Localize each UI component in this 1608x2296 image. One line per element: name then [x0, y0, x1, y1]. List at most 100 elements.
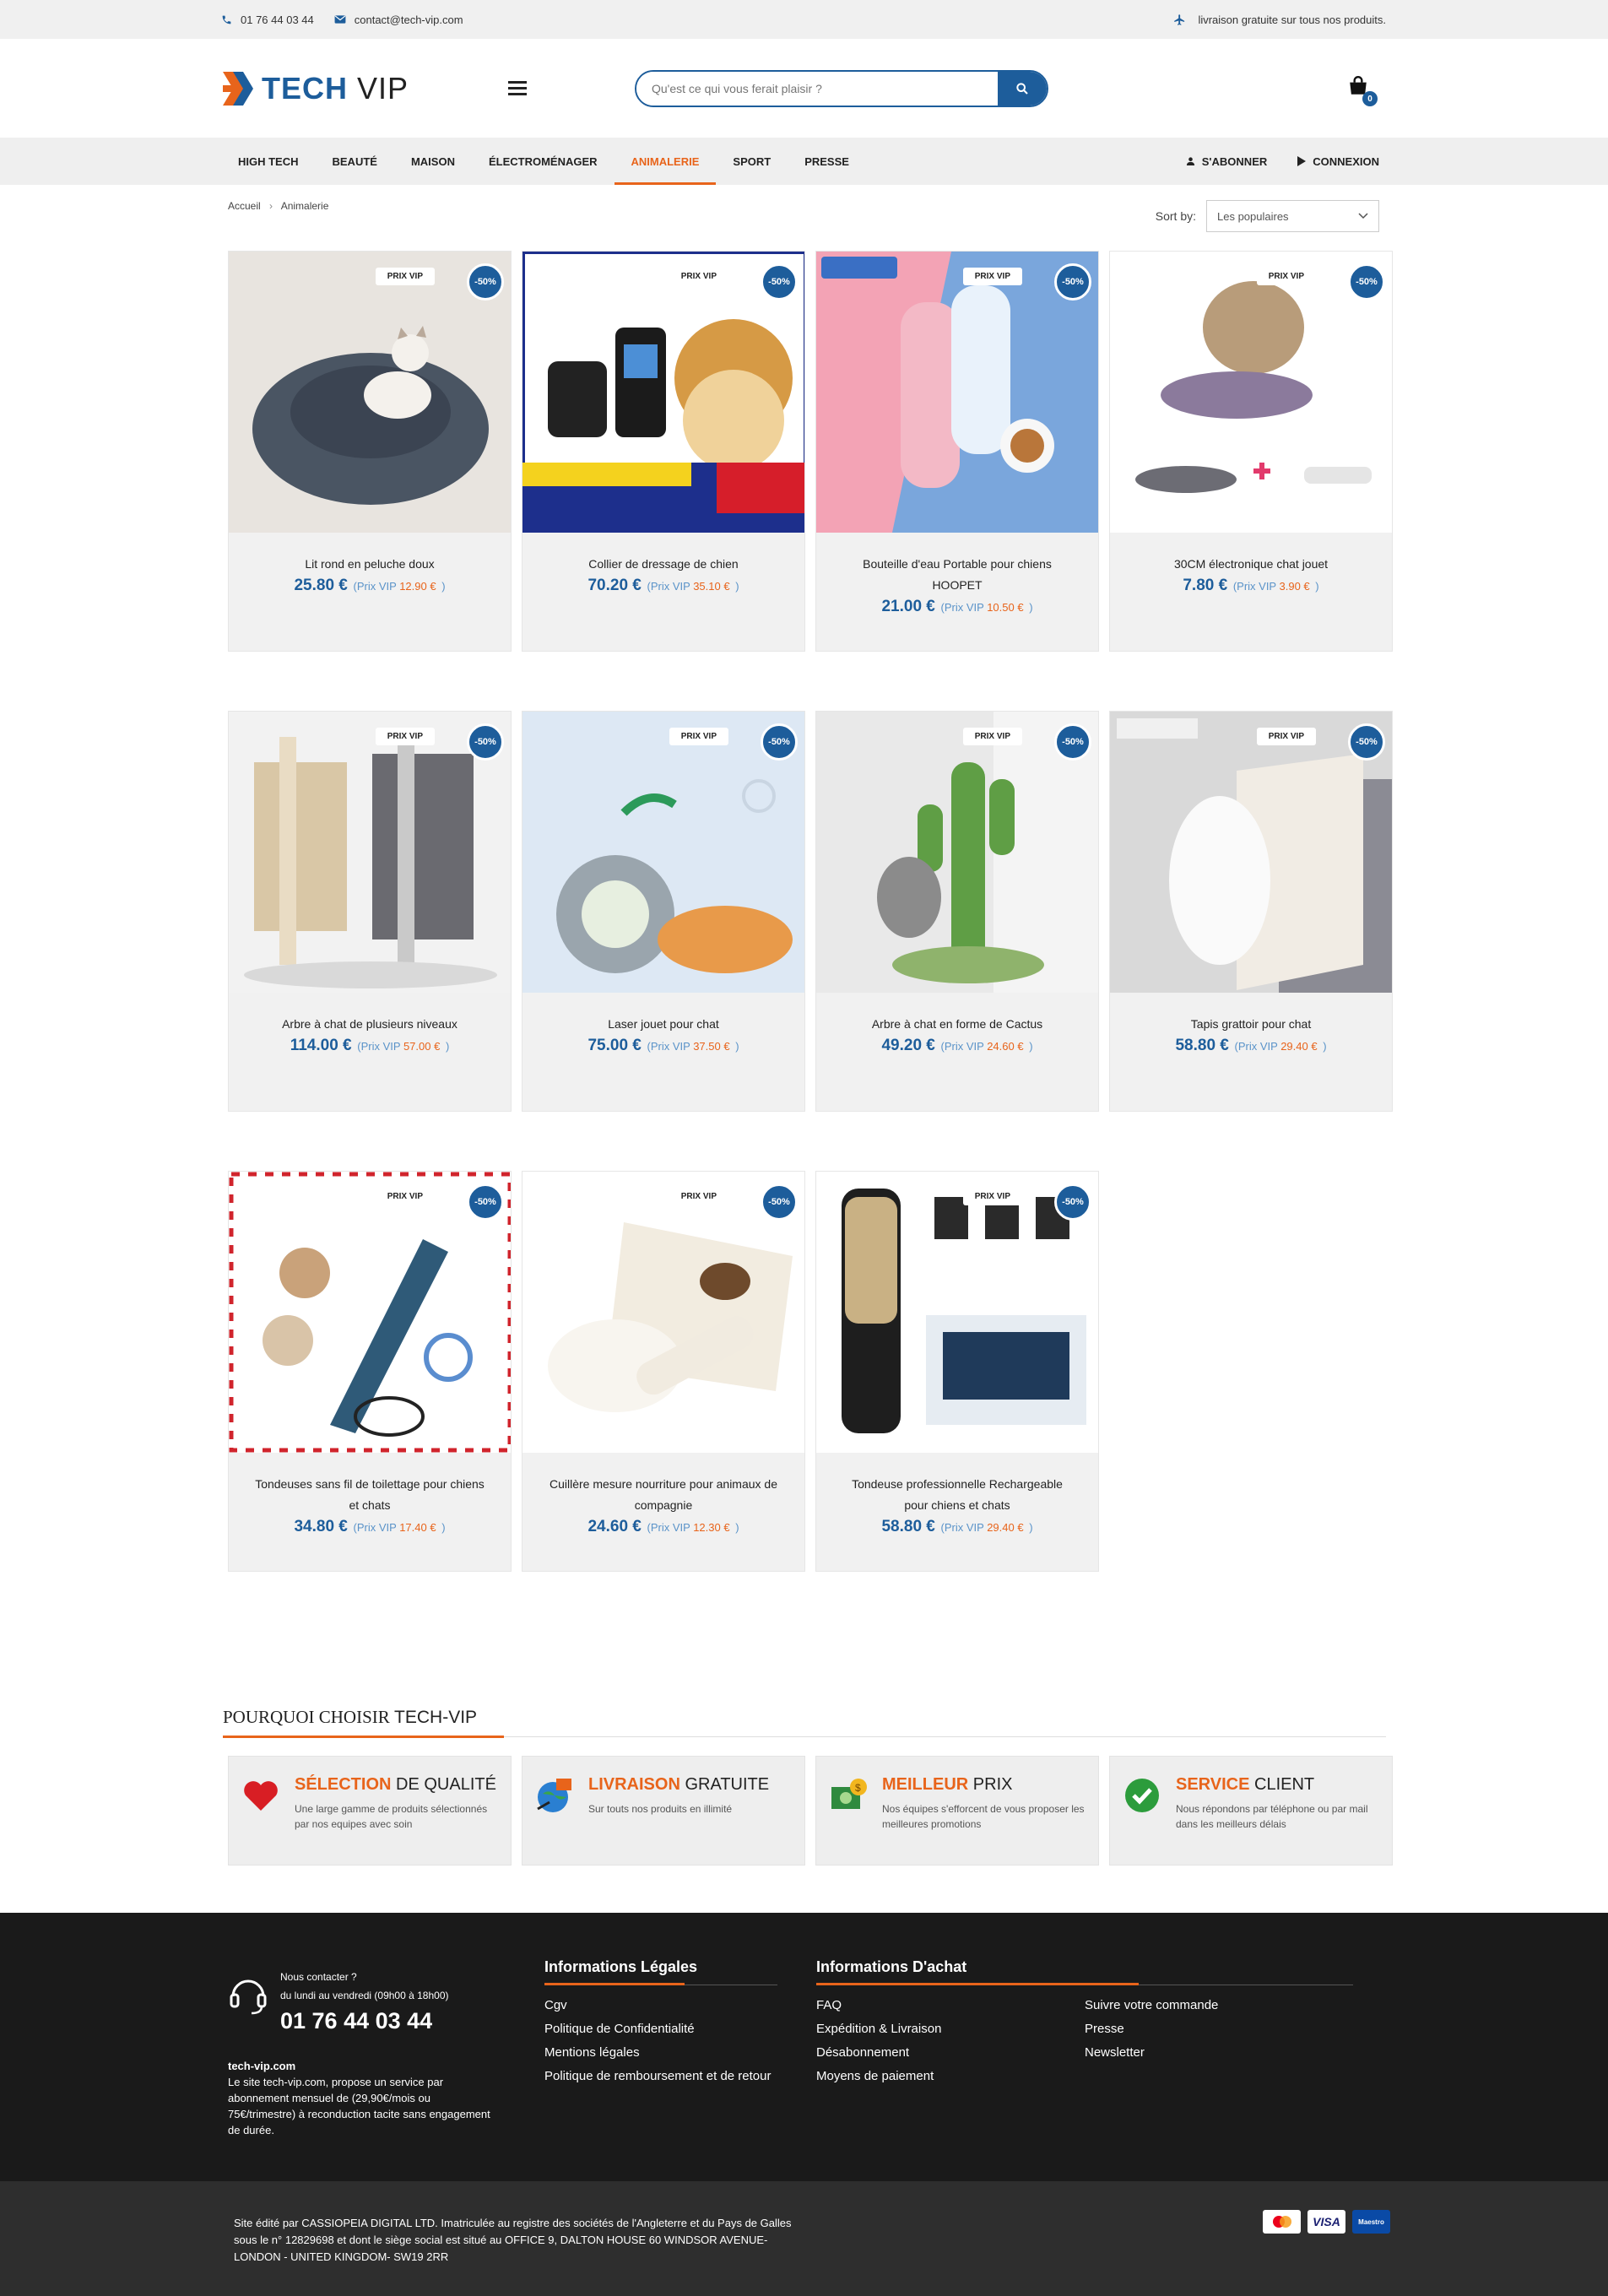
vip-price-close: )	[441, 580, 446, 593]
footer-about-text: Le site tech-vip.com, propose un service…	[228, 2076, 490, 2136]
footer-purchase-link[interactable]: Expédition & Livraison	[816, 2017, 1085, 2041]
breadcrumb-home-link[interactable]: Accueil	[228, 200, 261, 212]
vip-price-badge: PRIX VIP	[375, 268, 435, 285]
product-name[interactable]: Arbre à chat en forme de Cactus	[842, 1014, 1073, 1035]
why-card-title: SÉLECTION DE QUALITÉ	[295, 1775, 496, 1794]
product-card[interactable]: PRIX VIP -50% Arbre à chat en forme de C…	[815, 711, 1099, 1112]
search-bar	[635, 69, 1048, 107]
footer-legal-link[interactable]: Cgv	[544, 1994, 777, 2017]
nav-item-4[interactable]: ANIMALERIE	[614, 138, 717, 185]
nav-item-1[interactable]: BEAUTÉ	[316, 138, 394, 185]
product-price: 21.00 €	[881, 598, 935, 615]
topbar-email-text: contact@tech-vip.com	[354, 13, 463, 26]
play-icon	[1297, 156, 1307, 166]
footer-purchase-link[interactable]: Suivre votre commande	[1085, 1994, 1218, 2017]
footer-legal-title: Informations Légales	[544, 1958, 777, 1985]
product-image[interactable]: PRIX VIP -50%	[816, 252, 1098, 533]
product-name[interactable]: Arbre à chat de plusieurs niveaux	[254, 1014, 485, 1035]
footer-legal-link[interactable]: Politique de remboursement et de retour	[544, 2065, 777, 2088]
nav-login-label: CONNEXION	[1313, 154, 1379, 168]
breadcrumb: Accueil › Animalerie	[228, 200, 328, 212]
product-image[interactable]: PRIX VIP -50%	[229, 1172, 511, 1453]
vip-price-close: )	[441, 1521, 446, 1534]
menu-toggle-button[interactable]	[508, 78, 527, 99]
product-card[interactable]: PRIX VIP -50% Tapis grattoir pour chat 5…	[1109, 711, 1393, 1112]
breadcrumb-current: Animalerie	[280, 200, 329, 212]
footer-phone[interactable]: 01 76 44 03 44	[280, 2008, 449, 2034]
product-image[interactable]: PRIX VIP -50%	[229, 712, 511, 993]
product-card[interactable]: PRIX VIP -50% Tondeuse professionnelle R…	[815, 1171, 1099, 1572]
product-image[interactable]: PRIX VIP -50%	[816, 712, 1098, 993]
product-price: 24.60 €	[587, 1518, 642, 1535]
footer-legal-link[interactable]: Politique de Confidentialité	[544, 2017, 777, 2041]
product-price-line: 49.20 € (Prix VIP 24.60 € )	[816, 1037, 1098, 1055]
product-card[interactable]: PRIX VIP -50% Lit rond en peluche doux 2…	[228, 251, 512, 652]
footer-purchase-link[interactable]: FAQ	[816, 1994, 1085, 2017]
cart-button[interactable]: 0	[1347, 75, 1378, 106]
topbar-email[interactable]: contact@tech-vip.com	[334, 14, 463, 26]
vip-price-badge: PRIX VIP	[962, 1188, 1022, 1205]
vip-price-label: (Prix VIP	[647, 580, 690, 593]
nav-item-0[interactable]: HIGH TECH	[221, 138, 316, 185]
product-illustration	[229, 252, 511, 533]
search-button[interactable]	[998, 71, 1047, 106]
footer-purchase-link[interactable]: Presse	[1085, 2017, 1218, 2041]
product-image[interactable]: PRIX VIP -50%	[816, 1172, 1098, 1453]
product-card[interactable]: PRIX VIP -50% Cuillère mesure nourriture…	[522, 1171, 805, 1572]
visa-icon: VISA	[1308, 2210, 1345, 2234]
footer-purchase-link[interactable]: Moyens de paiement	[816, 2065, 1085, 2088]
nav-item-3[interactable]: ÉLECTROMÉNAGER	[472, 138, 615, 185]
why-card-text: Sur touts nos produits en illimité	[588, 1803, 733, 1815]
product-name[interactable]: Lit rond en peluche doux	[254, 554, 485, 575]
footer-purchase-link[interactable]: Désabonnement	[816, 2041, 1085, 2065]
product-card[interactable]: PRIX VIP -50% Bouteille d'eau Portable p…	[815, 251, 1099, 652]
logo[interactable]: TECH VIP	[221, 67, 457, 111]
discount-badge: -50%	[761, 723, 798, 761]
payment-methods: VISA Maestro	[1263, 2210, 1390, 2234]
vip-price-label: (Prix VIP	[940, 1521, 984, 1534]
sort-label: Sort by:	[1155, 209, 1196, 223]
product-card[interactable]: PRIX VIP -50% 30CM électronique chat jou…	[1109, 251, 1393, 652]
search-input[interactable]	[636, 71, 998, 106]
product-name[interactable]: Cuillère mesure nourriture pour animaux …	[548, 1474, 779, 1516]
product-price-line: 58.80 € (Prix VIP 29.40 € )	[1110, 1037, 1392, 1055]
footer-purchase-link[interactable]: Newsletter	[1085, 2041, 1218, 2065]
product-image[interactable]: PRIX VIP -50%	[522, 252, 804, 533]
nav-subscribe-link[interactable]: S'ABONNER	[1171, 138, 1283, 185]
product-name[interactable]: Tapis grattoir pour chat	[1135, 1014, 1367, 1035]
breadcrumb-separator-icon: ›	[269, 200, 273, 212]
product-name[interactable]: Tondeuse professionnelle Rechargeable po…	[842, 1474, 1073, 1516]
footer-legal-link[interactable]: Mentions légales	[544, 2041, 777, 2065]
topbar-phone[interactable]: 01 76 44 03 44	[221, 14, 314, 26]
product-name[interactable]: Laser jouet pour chat	[548, 1014, 779, 1035]
product-name[interactable]: 30CM électronique chat jouet	[1135, 554, 1367, 575]
sort-select[interactable]: Les populaires	[1206, 200, 1379, 232]
product-image[interactable]: PRIX VIP -50%	[522, 1172, 804, 1453]
product-image[interactable]: PRIX VIP -50%	[1110, 252, 1392, 533]
product-card[interactable]: PRIX VIP -50% Laser jouet pour chat 75.0…	[522, 711, 805, 1112]
product-grid: PRIX VIP -50% Lit rond en peluche doux 2…	[228, 251, 1393, 1572]
discount-badge: -50%	[467, 723, 504, 761]
product-illustration	[229, 1172, 511, 1453]
product-name[interactable]: Collier de dressage de chien	[548, 554, 779, 575]
product-price: 58.80 €	[1175, 1037, 1229, 1054]
vip-price-badge: PRIX VIP	[669, 268, 728, 285]
nav-item-6[interactable]: PRESSE	[788, 138, 866, 185]
nav-item-2[interactable]: MAISON	[394, 138, 472, 185]
nav-item-5[interactable]: SPORT	[716, 138, 788, 185]
discount-badge: -50%	[761, 1183, 798, 1221]
user-icon	[1186, 157, 1194, 166]
product-card[interactable]: PRIX VIP -50% Collier de dressage de chi…	[522, 251, 805, 652]
product-image[interactable]: PRIX VIP -50%	[229, 252, 511, 533]
product-card[interactable]: PRIX VIP -50% Tondeuses sans fil de toil…	[228, 1171, 512, 1572]
product-illustration	[816, 1172, 1098, 1453]
product-image[interactable]: PRIX VIP -50%	[522, 712, 804, 993]
vip-price-badge: PRIX VIP	[962, 268, 1022, 285]
product-card[interactable]: PRIX VIP -50% Arbre à chat de plusieurs …	[228, 711, 512, 1112]
product-name[interactable]: Bouteille d'eau Portable pour chiens HOO…	[842, 554, 1073, 596]
discount-badge: -50%	[1054, 723, 1091, 761]
product-image[interactable]: PRIX VIP -50%	[1110, 712, 1392, 993]
nav-login-link[interactable]: CONNEXION	[1282, 138, 1394, 185]
product-name[interactable]: Tondeuses sans fil de toilettage pour ch…	[254, 1474, 485, 1516]
discount-badge: -50%	[1054, 1183, 1091, 1221]
